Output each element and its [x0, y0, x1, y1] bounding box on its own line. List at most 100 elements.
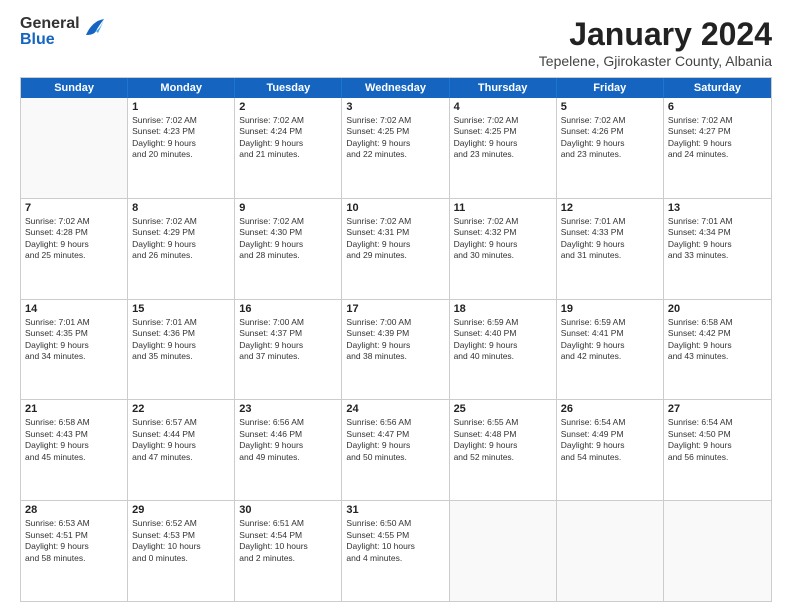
day-info: Sunrise: 7:02 AMSunset: 4:29 PMDaylight:… — [132, 216, 230, 262]
day-info: Sunrise: 7:02 AMSunset: 4:26 PMDaylight:… — [561, 115, 659, 161]
header-day-saturday: Saturday — [664, 78, 771, 98]
calendar-cell: 25 Sunrise: 6:55 AMSunset: 4:48 PMDayligh… — [450, 400, 557, 500]
calendar-cell: 14 Sunrise: 7:01 AMSunset: 4:35 PMDayligh… — [21, 300, 128, 400]
day-number: 4 — [454, 101, 552, 113]
day-info: Sunrise: 6:58 AMSunset: 4:43 PMDaylight:… — [25, 417, 123, 463]
header: General Blue January 2024 Tepelene, Gjir… — [20, 16, 772, 69]
day-number: 30 — [239, 504, 337, 516]
day-number: 25 — [454, 403, 552, 415]
day-number: 12 — [561, 202, 659, 214]
calendar-cell: 21Sunrise: 6:58 AMSunset: 4:43 PMDayligh… — [21, 400, 128, 500]
calendar-cell: 31 Sunrise: 6:50 AMSunset: 4:55 PMDayligh… — [342, 501, 449, 601]
day-info: Sunrise: 6:56 AMSunset: 4:46 PMDaylight:… — [239, 417, 337, 463]
day-info: Sunrise: 6:57 AMSunset: 4:44 PMDaylight:… — [132, 417, 230, 463]
month-title: January 2024 — [539, 16, 772, 53]
day-info: Sunrise: 7:02 AMSunset: 4:27 PMDaylight:… — [668, 115, 767, 161]
day-number: 31 — [346, 504, 444, 516]
header-day-sunday: Sunday — [21, 78, 128, 98]
day-info: Sunrise: 6:59 AMSunset: 4:40 PMDaylight:… — [454, 317, 552, 363]
header-day-tuesday: Tuesday — [235, 78, 342, 98]
calendar-cell: 27 Sunrise: 6:54 AMSunset: 4:50 PMDayligh… — [664, 400, 771, 500]
header-day-monday: Monday — [128, 78, 235, 98]
logo: General Blue — [20, 16, 106, 48]
calendar-cell: 22Sunrise: 6:57 AMSunset: 4:44 PMDayligh… — [128, 400, 235, 500]
day-info: Sunrise: 7:02 AMSunset: 4:25 PMDaylight:… — [346, 115, 444, 161]
day-number: 1 — [132, 101, 230, 113]
day-number: 5 — [561, 101, 659, 113]
calendar-cell — [450, 501, 557, 601]
day-info: Sunrise: 6:55 AMSunset: 4:48 PMDaylight:… — [454, 417, 552, 463]
calendar-cell: 19Sunrise: 6:59 AMSunset: 4:41 PMDayligh… — [557, 300, 664, 400]
calendar-cell: 10 Sunrise: 7:02 AMSunset: 4:31 PMDayligh… — [342, 199, 449, 299]
logo-general-text: General — [20, 16, 80, 32]
day-number: 23 — [239, 403, 337, 415]
day-info: Sunrise: 7:02 AMSunset: 4:24 PMDaylight:… — [239, 115, 337, 161]
day-number: 11 — [454, 202, 552, 214]
calendar-cell: 13Sunrise: 7:01 AMSunset: 4:34 PMDayligh… — [664, 199, 771, 299]
day-info: Sunrise: 7:01 AMSunset: 4:35 PMDaylight:… — [25, 317, 123, 363]
day-info: Sunrise: 7:02 AMSunset: 4:28 PMDaylight:… — [25, 216, 123, 262]
calendar-cell: 23 Sunrise: 6:56 AMSunset: 4:46 PMDayligh… — [235, 400, 342, 500]
calendar-cell: 24 Sunrise: 6:56 AMSunset: 4:47 PMDayligh… — [342, 400, 449, 500]
day-number: 2 — [239, 101, 337, 113]
day-info: Sunrise: 7:02 AMSunset: 4:31 PMDaylight:… — [346, 216, 444, 262]
calendar-cell: 8 Sunrise: 7:02 AMSunset: 4:29 PMDaylight… — [128, 199, 235, 299]
day-info: Sunrise: 6:54 AMSunset: 4:49 PMDaylight:… — [561, 417, 659, 463]
day-number: 26 — [561, 403, 659, 415]
day-info: Sunrise: 7:00 AMSunset: 4:39 PMDaylight:… — [346, 317, 444, 363]
calendar-cell: 7 Sunrise: 7:02 AMSunset: 4:28 PMDaylight… — [21, 199, 128, 299]
calendar-header: SundayMondayTuesdayWednesdayThursdayFrid… — [21, 78, 771, 98]
calendar-cell: 30 Sunrise: 6:51 AMSunset: 4:54 PMDayligh… — [235, 501, 342, 601]
calendar-cell: 17 Sunrise: 7:00 AMSunset: 4:39 PMDayligh… — [342, 300, 449, 400]
calendar-cell: 4Sunrise: 7:02 AMSunset: 4:25 PMDaylight… — [450, 98, 557, 198]
day-info: Sunrise: 6:58 AMSunset: 4:42 PMDaylight:… — [668, 317, 767, 363]
calendar-cell: 20 Sunrise: 6:58 AMSunset: 4:42 PMDayligh… — [664, 300, 771, 400]
day-number: 17 — [346, 303, 444, 315]
calendar-cell: 5 Sunrise: 7:02 AMSunset: 4:26 PMDaylight… — [557, 98, 664, 198]
day-number: 9 — [239, 202, 337, 214]
calendar-week-1: 1 Sunrise: 7:02 AMSunset: 4:23 PMDaylight… — [21, 98, 771, 199]
day-info: Sunrise: 6:53 AMSunset: 4:51 PMDaylight:… — [25, 518, 123, 564]
day-info: Sunrise: 7:02 AMSunset: 4:23 PMDaylight:… — [132, 115, 230, 161]
day-info: Sunrise: 6:50 AMSunset: 4:55 PMDaylight:… — [346, 518, 444, 564]
calendar: SundayMondayTuesdayWednesdayThursdayFrid… — [20, 77, 772, 602]
day-info: Sunrise: 7:00 AMSunset: 4:37 PMDaylight:… — [239, 317, 337, 363]
calendar-week-2: 7 Sunrise: 7:02 AMSunset: 4:28 PMDaylight… — [21, 199, 771, 300]
day-number: 14 — [25, 303, 123, 315]
day-number: 27 — [668, 403, 767, 415]
day-number: 8 — [132, 202, 230, 214]
page: General Blue January 2024 Tepelene, Gjir… — [0, 0, 792, 612]
logo-blue-text: Blue — [20, 32, 80, 48]
calendar-cell — [21, 98, 128, 198]
calendar-cell: 26 Sunrise: 6:54 AMSunset: 4:49 PMDayligh… — [557, 400, 664, 500]
day-info: Sunrise: 6:56 AMSunset: 4:47 PMDaylight:… — [346, 417, 444, 463]
day-number: 29 — [132, 504, 230, 516]
day-number: 7 — [25, 202, 123, 214]
calendar-body: 1 Sunrise: 7:02 AMSunset: 4:23 PMDaylight… — [21, 98, 771, 601]
day-number: 10 — [346, 202, 444, 214]
day-number: 13 — [668, 202, 767, 214]
calendar-week-4: 21Sunrise: 6:58 AMSunset: 4:43 PMDayligh… — [21, 400, 771, 501]
calendar-week-5: 28 Sunrise: 6:53 AMSunset: 4:51 PMDayligh… — [21, 501, 771, 601]
day-number: 20 — [668, 303, 767, 315]
calendar-cell: 29Sunrise: 6:52 AMSunset: 4:53 PMDayligh… — [128, 501, 235, 601]
day-info: Sunrise: 6:54 AMSunset: 4:50 PMDaylight:… — [668, 417, 767, 463]
calendar-cell: 2 Sunrise: 7:02 AMSunset: 4:24 PMDaylight… — [235, 98, 342, 198]
calendar-cell: 18Sunrise: 6:59 AMSunset: 4:40 PMDayligh… — [450, 300, 557, 400]
day-number: 6 — [668, 101, 767, 113]
header-day-thursday: Thursday — [450, 78, 557, 98]
day-info: Sunrise: 6:51 AMSunset: 4:54 PMDaylight:… — [239, 518, 337, 564]
logo-bird-icon — [84, 17, 106, 44]
day-number: 28 — [25, 504, 123, 516]
day-number: 16 — [239, 303, 337, 315]
day-info: Sunrise: 7:02 AMSunset: 4:30 PMDaylight:… — [239, 216, 337, 262]
calendar-cell — [664, 501, 771, 601]
day-info: Sunrise: 7:02 AMSunset: 4:32 PMDaylight:… — [454, 216, 552, 262]
calendar-cell: 28 Sunrise: 6:53 AMSunset: 4:51 PMDayligh… — [21, 501, 128, 601]
calendar-cell: 15Sunrise: 7:01 AMSunset: 4:36 PMDayligh… — [128, 300, 235, 400]
calendar-cell: 1 Sunrise: 7:02 AMSunset: 4:23 PMDaylight… — [128, 98, 235, 198]
day-number: 3 — [346, 101, 444, 113]
day-number: 24 — [346, 403, 444, 415]
title-area: January 2024 Tepelene, Gjirokaster Count… — [539, 16, 772, 69]
day-info: Sunrise: 7:01 AMSunset: 4:36 PMDaylight:… — [132, 317, 230, 363]
